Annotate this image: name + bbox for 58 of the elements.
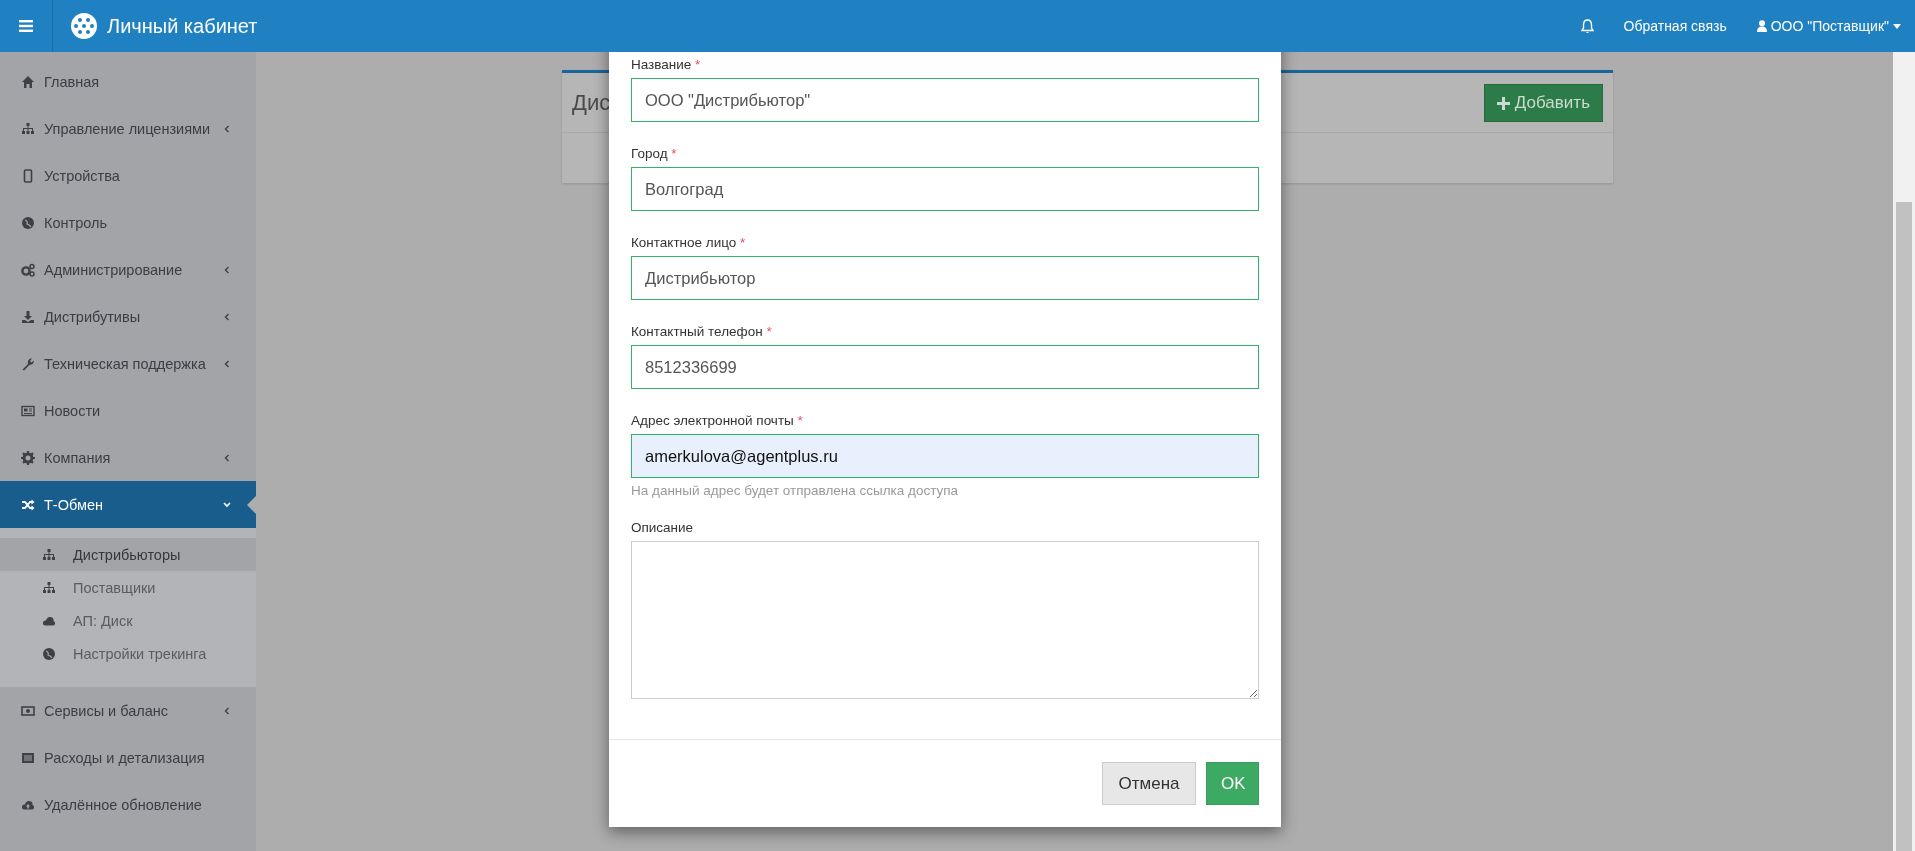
sidebar-item[interactable]: Удалённое обновление <box>0 781 256 828</box>
submenu-item[interactable]: Поставщики <box>0 571 256 604</box>
submenu-item[interactable]: АП: Диск <box>0 604 256 637</box>
field-label: Город * <box>631 146 678 161</box>
shuffle-icon <box>21 497 35 512</box>
ok-button[interactable]: OK <box>1206 762 1259 805</box>
user-icon <box>1756 20 1767 32</box>
app-title: Личный кабинет <box>107 14 258 38</box>
sidebar-item[interactable]: Дистрибутивы <box>0 293 256 340</box>
input-field[interactable]: ООО "Дистрибьютор" <box>631 78 1259 122</box>
globe-icon <box>21 215 35 230</box>
gear-icon <box>21 450 35 465</box>
wrench-icon <box>21 356 35 371</box>
sidebar-item[interactable]: Расходы и детализация <box>0 734 256 781</box>
sidebar-item[interactable]: Главная <box>0 58 256 105</box>
sidebar-item[interactable]: Т-Обмен <box>0 481 256 528</box>
gears-icon <box>21 262 35 277</box>
input-field[interactable]: Дистрибьютор <box>631 256 1259 300</box>
sidebar-item[interactable]: Новости <box>0 387 256 434</box>
globe-icon <box>42 646 56 661</box>
field-label: Адрес электронной почты * <box>631 413 804 428</box>
field-label: Контактный телефон * <box>631 324 773 339</box>
sidebar-item[interactable]: Техническая поддержка <box>0 340 256 387</box>
plus-icon <box>1496 96 1510 110</box>
sidebar-item[interactable]: Администрирование <box>0 246 256 293</box>
sidebar-item[interactable]: Сервисы и баланс <box>0 687 256 734</box>
field-label: Название * <box>631 57 702 72</box>
cancel-button[interactable]: Отмена <box>1102 762 1196 805</box>
input-field[interactable]: 8512336699 <box>631 345 1259 389</box>
phone-icon <box>21 168 35 183</box>
home-icon <box>21 74 35 89</box>
sidebar-item[interactable]: Управление лицензиями <box>0 105 256 152</box>
bell-icon[interactable] <box>1580 18 1594 34</box>
field-label: Описание <box>631 520 695 535</box>
scrollbar[interactable] <box>1893 52 1915 851</box>
download-icon <box>21 309 35 324</box>
money-icon <box>21 703 35 718</box>
field-label: Контактное лицо * <box>631 235 747 250</box>
caret-icon <box>1893 23 1901 29</box>
logo-icon <box>71 13 97 39</box>
sidebar-item[interactable]: Устройства <box>0 152 256 199</box>
add-button[interactable]: Добавить <box>1483 84 1603 122</box>
input-field[interactable]: Волгоград <box>631 167 1259 211</box>
sitemap-icon <box>42 580 56 595</box>
submenu-item[interactable]: Дистрибьюторы <box>0 538 256 571</box>
sidebar-item[interactable]: Компания <box>0 434 256 481</box>
submenu-item[interactable]: Настройки трекинга <box>0 637 256 670</box>
sitemap-icon <box>21 121 35 136</box>
feedback-link[interactable]: Обратная связь <box>1623 18 1727 34</box>
sidebar-item[interactable]: Контроль <box>0 199 256 246</box>
user-menu[interactable]: ООО "Поставщик" <box>1756 18 1901 34</box>
sitemap-icon <box>42 547 56 562</box>
card-title: Дис <box>572 90 611 116</box>
input-field[interactable]: amerkulova@agentplus.ru <box>631 434 1259 478</box>
menu-icon <box>19 20 33 32</box>
help-text: На данный адрес будет отправлена ссылка доступа <box>631 483 960 498</box>
newspaper-icon <box>21 403 35 418</box>
list-icon <box>21 750 35 765</box>
